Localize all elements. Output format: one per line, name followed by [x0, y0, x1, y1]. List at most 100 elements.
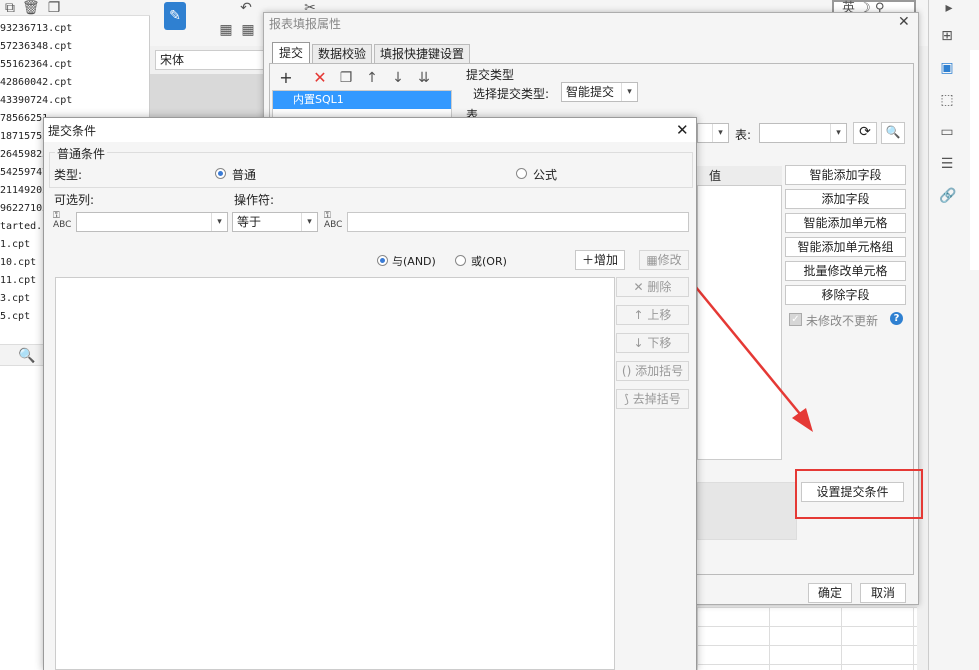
condition-list[interactable]: [55, 277, 615, 670]
delete-item-icon[interactable]: ✕: [312, 70, 328, 86]
add-condition-button[interactable]: ＋增加: [575, 250, 625, 270]
remove-paren-button[interactable]: ⟆ 去掉括号: [616, 389, 689, 409]
value-column-label: 值: [709, 169, 722, 183]
chevron-down-icon: ▾: [830, 124, 846, 142]
move-up-icon[interactable]: ↑: [364, 70, 380, 86]
delete-condition-button[interactable]: ✕ 删除: [616, 277, 689, 297]
font-select[interactable]: 宋体: [155, 50, 267, 70]
tab-submit[interactable]: 提交: [272, 42, 310, 64]
delete-condition-label: 删除: [647, 280, 672, 294]
normal-condition-frame: [49, 152, 693, 188]
file-list-item[interactable]: 93236713.cpt: [0, 20, 145, 38]
edit-icon: ▦: [646, 253, 658, 267]
frame-icon[interactable]: ⬚: [939, 92, 955, 108]
copy-item-icon[interactable]: ❐: [338, 70, 354, 86]
right-panel-strip: [970, 50, 979, 270]
sort-icon[interactable]: ⇊: [416, 70, 432, 86]
submit-type-select[interactable]: 智能提交 ▾: [561, 82, 638, 102]
copy-icon[interactable]: ❐: [46, 0, 62, 16]
operator-select[interactable]: 等于 ▾: [232, 212, 318, 232]
table-select[interactable]: ▾: [759, 123, 847, 143]
expand-right-icon[interactable]: ▸: [941, 0, 957, 16]
column-label: 可选列:: [54, 193, 95, 207]
paren-icon: (): [621, 364, 636, 378]
add-item-icon[interactable]: +: [278, 70, 294, 86]
list-toolbar: + ✕ ❐ ↑ ↓ ⇊: [272, 66, 455, 90]
arrow-down-icon: ↓: [633, 336, 648, 350]
tab-validation[interactable]: 数据校验: [312, 44, 372, 64]
refresh-button[interactable]: ⟳: [853, 122, 877, 144]
and-label: 与(AND): [392, 255, 436, 268]
column-select[interactable]: ▾: [76, 212, 228, 232]
normal-condition-title: 普通条件: [55, 145, 108, 162]
add-field-button[interactable]: 添加字段: [785, 189, 906, 209]
schema-select[interactable]: ▾: [697, 123, 729, 143]
smart-add-cell-button[interactable]: 智能添加单元格: [785, 213, 906, 233]
move-down-condition-button[interactable]: ↓ 下移: [616, 333, 689, 353]
modify-condition-label: 修改: [657, 253, 682, 267]
tab-validation-label: 数据校验: [317, 47, 366, 61]
report-icon[interactable]: ✎: [164, 2, 186, 30]
grid-icon[interactable]: ▦: [218, 22, 234, 38]
file-list-item[interactable]: 55162364.cpt: [0, 56, 145, 74]
smart-add-cell-group-button[interactable]: 智能添加单元格组: [785, 237, 906, 257]
condition-dialog-title: 提交条件: [48, 124, 97, 138]
add-icon[interactable]: ⧉: [2, 0, 18, 16]
plus-icon: ＋: [581, 253, 594, 267]
cell-property-icon[interactable]: ⊞: [939, 28, 955, 44]
delete-icon[interactable]: 🗑: [22, 0, 40, 16]
preview-table-button[interactable]: 🔍: [881, 122, 905, 144]
search-icon[interactable]: 🔍: [18, 348, 35, 364]
type-normal-radio[interactable]: [215, 168, 226, 179]
delete-icon: ✕: [633, 280, 648, 294]
file-list-item[interactable]: 43390724.cpt: [0, 92, 145, 110]
condition-icon[interactable]: ▭: [939, 124, 955, 140]
remove-paren-label: 去掉括号: [632, 392, 681, 406]
file-list-item[interactable]: 42860042.cpt: [0, 74, 145, 92]
type-formula-label: 公式: [533, 168, 558, 182]
chevron-down-icon: ▾: [211, 213, 227, 231]
red-arrow-annotation: [689, 279, 813, 432]
type-formula-radio[interactable]: [516, 168, 527, 179]
sheet-grid: [697, 607, 917, 670]
link-icon[interactable]: 🔗: [939, 188, 956, 204]
help-icon[interactable]: ?: [890, 312, 903, 325]
list-item-selected[interactable]: 内置SQL1: [273, 91, 451, 109]
undo-icon[interactable]: ↶: [238, 0, 254, 16]
add-condition-label: 增加: [594, 253, 619, 267]
tab-shortcut[interactable]: 填报快捷键设置: [374, 44, 470, 64]
ok-button[interactable]: 确定: [808, 583, 852, 603]
file-list-toolbar: ⧉ 🗑 ❐: [0, 0, 150, 16]
select-submit-type-label: 选择提交类型:: [473, 87, 550, 101]
help-icon-text: ?: [893, 313, 900, 324]
value-column-header: 值: [697, 166, 782, 186]
grid-icon[interactable]: ▦: [240, 22, 256, 38]
chevron-down-icon: ▾: [712, 124, 728, 142]
widget-icon[interactable]: ▣: [939, 60, 955, 76]
column-type-icon[interactable]: ⚿ ABC: [53, 212, 71, 230]
move-up-condition-label: 上移: [647, 308, 672, 322]
layer-icon[interactable]: ☰: [939, 156, 955, 172]
close-icon[interactable]: ✕: [676, 121, 689, 139]
or-label: 或(OR): [471, 255, 507, 268]
file-list-item[interactable]: 57236348.cpt: [0, 38, 145, 56]
cancel-button[interactable]: 取消: [860, 583, 906, 603]
modify-condition-button[interactable]: ▦修改: [639, 250, 689, 270]
value-input[interactable]: [347, 212, 689, 232]
move-up-condition-button[interactable]: ↑ 上移: [616, 305, 689, 325]
add-paren-label: 添加括号: [635, 364, 684, 378]
move-down-icon[interactable]: ↓: [390, 70, 406, 86]
smart-add-field-button[interactable]: 智能添加字段: [785, 165, 906, 185]
set-condition-highlight: [795, 469, 923, 519]
submit-type-value: 智能提交: [566, 85, 615, 99]
type-label: 类型:: [54, 168, 83, 182]
condition-dialog-titlebar: [44, 118, 696, 142]
add-paren-button[interactable]: () 添加括号: [616, 361, 689, 381]
type-normal-label: 普通: [232, 168, 257, 182]
chevron-down-icon: ▾: [621, 83, 637, 101]
value-type-icon[interactable]: ⚿ ABC: [324, 212, 342, 230]
or-radio[interactable]: [455, 255, 466, 266]
and-radio[interactable]: [377, 255, 388, 266]
submit-type-group-title: 提交类型: [466, 68, 515, 82]
close-icon[interactable]: ✕: [898, 14, 910, 30]
